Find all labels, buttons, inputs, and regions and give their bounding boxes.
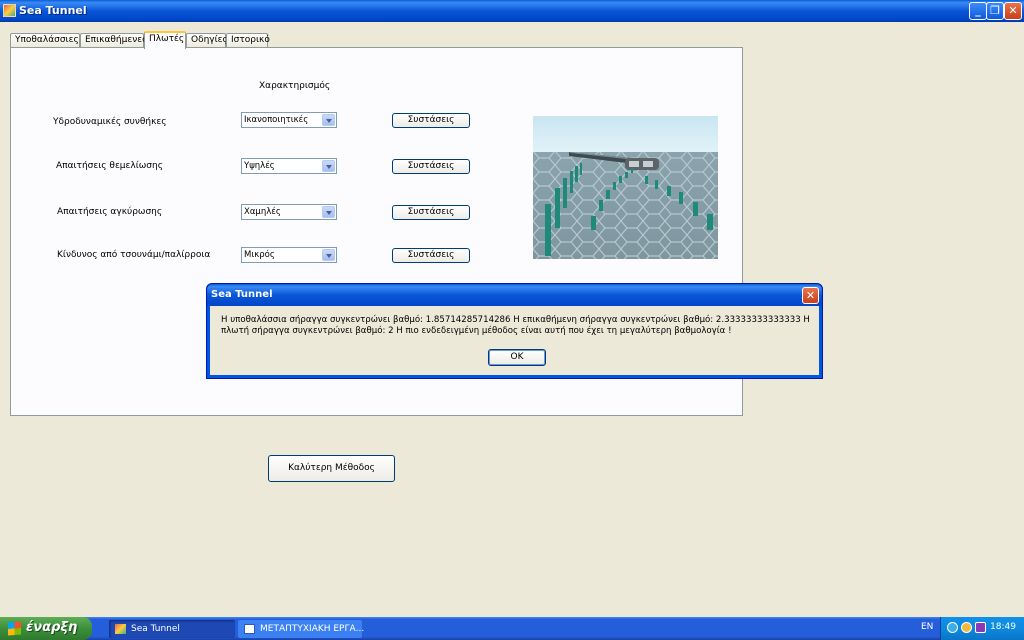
combo-foundation[interactable]: Υψηλές [241, 158, 337, 174]
app-icon [115, 624, 126, 634]
tab-immersed[interactable]: Επικαθήμενες [80, 33, 147, 48]
combo-hydrodynamic[interactable]: Ικανοποιητικές [241, 112, 337, 128]
window-title: Sea Tunnel [19, 4, 87, 17]
row-label-foundation: Απαιτήσεις θεμελίωσης [56, 161, 163, 171]
recommendations-button-3[interactable]: Συστάσεις [392, 205, 470, 220]
row-label-anchoring: Απαιτήσεις αγκύρωσης [57, 207, 163, 217]
combo-tsunami[interactable]: Μικρός [241, 247, 337, 263]
minimize-button[interactable]: _ [969, 2, 987, 20]
row-label-tsunami: Κίνδυνος από τσουνάμι/παλίρροια [57, 250, 211, 260]
task-label: Sea Tunnel [131, 624, 180, 634]
maximize-button[interactable]: ❐ [986, 2, 1004, 20]
close-button[interactable]: ✕ [1004, 2, 1022, 20]
tab-undersea[interactable]: Υποθαλάσσιες [10, 33, 80, 48]
dialog-message: Η υποθαλάσσια σήραγγα συγκεντρώνει βαθμό… [221, 315, 810, 336]
app-icon [3, 4, 16, 17]
app-tray-icon[interactable] [975, 622, 986, 633]
recommendations-button-2[interactable]: Συστάσεις [392, 159, 470, 174]
security-shield-icon[interactable] [961, 622, 972, 633]
column-header: Χαρακτηρισμός [259, 81, 331, 91]
taskbar-item-sea-tunnel[interactable]: Sea Tunnel [109, 620, 235, 638]
chevron-down-icon[interactable] [322, 206, 335, 218]
word-icon [244, 624, 255, 634]
message-dialog: Sea Tunnel ✕ Η υποθαλάσσια σήραγγα συγκε… [206, 283, 823, 379]
dialog-titlebar[interactable]: Sea Tunnel ✕ [207, 284, 822, 306]
ok-button[interactable]: OK [488, 349, 546, 366]
combo-anchoring[interactable]: Χαμηλές [241, 204, 337, 220]
tab-instructions[interactable]: Οδηγίες [186, 33, 228, 48]
language-indicator[interactable]: EN [921, 622, 933, 632]
chevron-down-icon[interactable] [322, 249, 335, 261]
start-button[interactable]: έναρξη [0, 617, 92, 640]
window-titlebar[interactable]: Sea Tunnel _ ❐ ✕ [0, 0, 1024, 22]
network-icon[interactable] [947, 622, 958, 633]
task-label: ΜΕΤΑΠΤΥΧΙΑΚΗ ΕΡΓΑ... [260, 624, 365, 634]
tab-history[interactable]: Ιστορικό [226, 33, 270, 48]
start-label: έναρξη [26, 620, 78, 635]
system-tray: 18:49 [940, 617, 1024, 640]
recommendations-button-1[interactable]: Συστάσεις [392, 113, 470, 128]
recommendations-button-4[interactable]: Συστάσεις [392, 248, 470, 263]
combo-value: Ικανοποιητικές [244, 115, 309, 125]
windows-logo-icon [8, 621, 21, 636]
combo-value: Χαμηλές [244, 207, 281, 217]
taskbar-item-word-document[interactable]: ΜΕΤΑΠΤΥΧΙΑΚΗ ΕΡΓΑ... [238, 620, 365, 638]
combo-value: Υψηλές [244, 161, 275, 171]
floating-tunnel-image [533, 116, 718, 259]
best-method-button[interactable]: Καλύτερη Μέθοδος [268, 455, 395, 482]
dialog-title: Sea Tunnel [211, 289, 273, 300]
dialog-body: Η υποθαλάσσια σήραγγα συγκεντρώνει βαθμό… [210, 306, 819, 375]
chevron-down-icon[interactable] [322, 160, 335, 172]
clock[interactable]: 18:49 [990, 622, 1016, 632]
dialog-close-icon[interactable]: ✕ [802, 287, 819, 304]
row-label-hydrodynamic: Υδροδυναμικές συνθήκες [53, 117, 167, 127]
tab-floating[interactable]: Πλωτές [144, 31, 186, 49]
chevron-down-icon[interactable] [322, 114, 335, 126]
taskbar: έναρξη Sea Tunnel ΜΕΤΑΠΤΥΧΙΑΚΗ ΕΡΓΑ... E… [0, 617, 1024, 640]
combo-value: Μικρός [244, 250, 275, 260]
